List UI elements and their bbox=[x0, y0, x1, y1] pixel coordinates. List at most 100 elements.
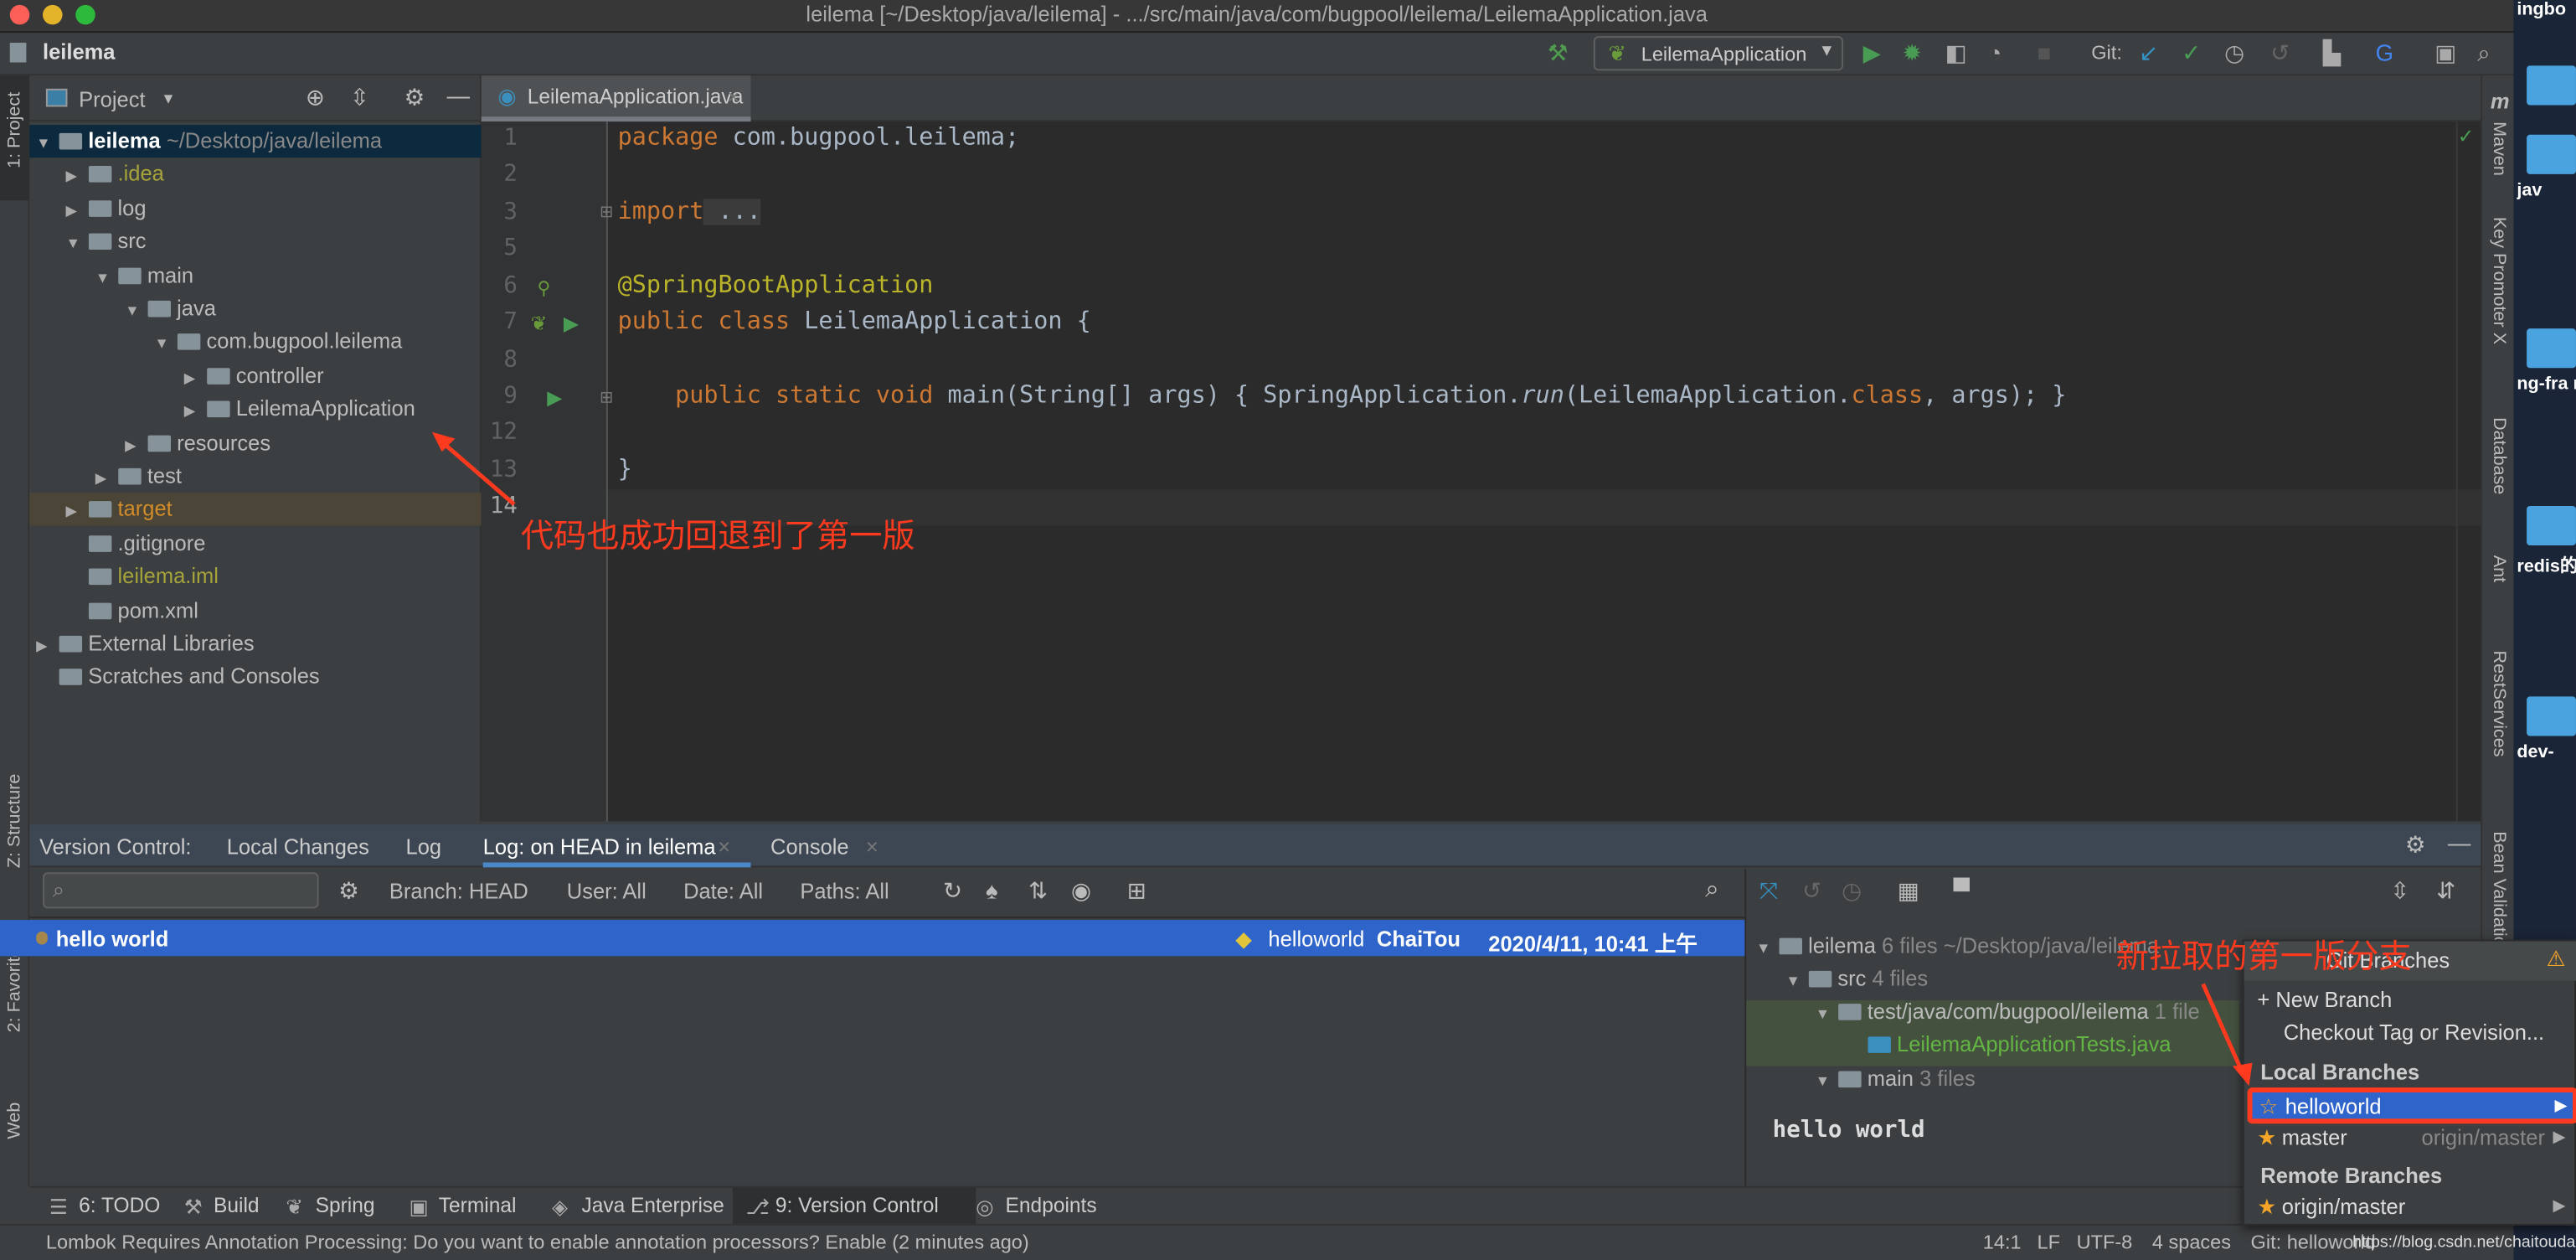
run-gutter-icon[interactable]: ▶ bbox=[547, 386, 562, 409]
tool-window-maven[interactable]: Maven bbox=[2489, 121, 2509, 176]
spring-bean-icon[interactable]: ⚲ bbox=[537, 277, 550, 299]
settings-gear-icon[interactable]: ⚙ bbox=[338, 877, 359, 905]
expand-all-icon[interactable]: ⇳ bbox=[2390, 877, 2409, 905]
fold-icon[interactable]: ⊞ bbox=[600, 390, 613, 408]
rollback-icon[interactable]: ↺ bbox=[1802, 877, 1821, 905]
tree-item[interactable]: ▶ .idea bbox=[29, 158, 481, 191]
tree-item[interactable]: ▼ main bbox=[29, 259, 481, 292]
eye-icon[interactable]: ◉ bbox=[1071, 877, 1091, 905]
line-separator[interactable]: LF bbox=[2038, 1226, 2060, 1260]
user-filter[interactable]: User: All bbox=[567, 879, 647, 903]
search-icon[interactable]: ⌕ bbox=[1705, 875, 1718, 903]
vc-tab[interactable]: Log: on HEAD in leilema bbox=[483, 834, 716, 859]
cherry-pick-icon[interactable]: ♠ bbox=[986, 877, 998, 903]
history-icon[interactable]: ◷ bbox=[1842, 877, 1862, 905]
translate-icon[interactable]: G bbox=[2376, 39, 2393, 65]
chevron-down-icon[interactable]: ▼ bbox=[1785, 964, 1802, 997]
tool-window-ant[interactable]: Ant bbox=[2489, 555, 2509, 582]
date-filter[interactable]: Date: All bbox=[683, 879, 763, 903]
tree-item[interactable]: ▼ java bbox=[29, 292, 481, 325]
tool-window-database[interactable]: Database bbox=[2489, 417, 2509, 494]
caret-position[interactable]: 14:1 bbox=[1983, 1226, 2022, 1260]
chevron-down-icon[interactable]: ▼ bbox=[36, 127, 53, 159]
spring-bean-icon[interactable]: ❦ bbox=[531, 312, 548, 335]
chevron-right-icon[interactable]: ▶ bbox=[36, 629, 53, 662]
new-tab-icon[interactable]: ⊞ bbox=[1127, 877, 1146, 905]
collapse-all-icon[interactable]: ⇳ bbox=[350, 84, 369, 111]
desktop-folder-icon[interactable] bbox=[2527, 505, 2576, 546]
project-view-select[interactable]: Project bbox=[79, 87, 145, 111]
chevron-down-icon[interactable]: ▼ bbox=[161, 90, 176, 107]
tree-item[interactable]: ▶ External Libraries bbox=[29, 627, 481, 660]
close-tab-icon[interactable]: × bbox=[718, 834, 730, 859]
tool-window-structure[interactable]: Z: Structure bbox=[5, 774, 25, 869]
tree-item[interactable]: ▶ log bbox=[29, 192, 481, 225]
tree-item[interactable]: ▼ com.bugpool.leilema bbox=[29, 326, 481, 359]
chevron-down-icon[interactable]: ▼ bbox=[125, 294, 142, 327]
tree-item[interactable]: ▶ resources bbox=[29, 426, 481, 459]
run-gutter-icon[interactable]: ▶ bbox=[564, 312, 579, 335]
tree-item[interactable]: .gitignore bbox=[29, 527, 481, 560]
tree-item[interactable]: leilema.iml bbox=[29, 560, 481, 593]
branch-item-origin-master[interactable]: ★ origin/master ▶ bbox=[2244, 1191, 2576, 1224]
tool-window-web[interactable]: Web bbox=[5, 1102, 25, 1139]
code-line[interactable]: public static void main(String[] args) {… bbox=[618, 383, 2067, 409]
chevron-down-icon[interactable]: ▼ bbox=[65, 227, 82, 260]
desktop-folder-icon[interactable] bbox=[2527, 65, 2576, 106]
tree-item[interactable]: ▶ LeilemaApplication bbox=[29, 393, 481, 426]
search-icon[interactable]: ⌕ bbox=[2477, 39, 2490, 67]
tree-item[interactable]: ▶ target bbox=[29, 493, 482, 528]
git-commit-icon[interactable]: ✓ bbox=[2182, 39, 2201, 67]
checkout-tag-item[interactable]: Checkout Tag or Revision... bbox=[2284, 1017, 2544, 1050]
chevron-right-icon[interactable]: ▶ bbox=[125, 428, 142, 461]
chevron-right-icon[interactable]: ▶ bbox=[65, 194, 82, 226]
minimize-window-button[interactable] bbox=[43, 4, 63, 25]
run-config-select[interactable]: ❦ LeilemaApplication ▼ bbox=[1593, 36, 1844, 71]
status-message[interactable]: Lombok Requires Annotation Processing: D… bbox=[46, 1226, 1029, 1260]
desktop-folder-icon[interactable] bbox=[2527, 134, 2576, 174]
tab-leilema-application[interactable]: ◉ LeilemaApplication.java × bbox=[481, 75, 751, 122]
tool-window-button[interactable]: Terminal bbox=[439, 1195, 517, 1217]
tool-window-project[interactable]: 1: Project bbox=[5, 92, 25, 168]
vc-tab[interactable]: Log bbox=[406, 834, 442, 859]
tool-window-restservices[interactable]: RestServices bbox=[2489, 651, 2509, 757]
chevron-down-icon[interactable]: ▼ bbox=[1816, 997, 1832, 1030]
tree-item[interactable]: pom.xml bbox=[29, 594, 481, 627]
tree-item[interactable]: ▶ controller bbox=[29, 359, 481, 392]
hide-panel-icon[interactable]: — bbox=[2448, 829, 2470, 855]
collapse-all-icon[interactable]: ⇵ bbox=[2436, 877, 2455, 905]
desktop-folder-icon[interactable] bbox=[2527, 696, 2576, 736]
close-tab-icon[interactable]: × bbox=[728, 85, 739, 108]
tool-window-button[interactable]: Build bbox=[214, 1195, 260, 1217]
run-icon[interactable]: ▶ bbox=[1863, 39, 1881, 67]
chevron-right-icon[interactable]: ▶ bbox=[65, 160, 82, 193]
expand-icon[interactable]: ⤧ bbox=[1759, 877, 1778, 905]
code-line[interactable]: @SpringBootApplication bbox=[618, 273, 934, 299]
tool-window-button[interactable]: Endpoints bbox=[1006, 1195, 1097, 1217]
project-structure-icon[interactable]: ▙ bbox=[2323, 39, 2341, 67]
indent[interactable]: 4 spaces bbox=[2152, 1226, 2231, 1260]
chevron-down-icon[interactable]: ▼ bbox=[1816, 1065, 1832, 1097]
paths-filter[interactable]: Paths: All bbox=[800, 879, 889, 903]
settings-gear-icon[interactable]: ⚙ bbox=[404, 84, 425, 111]
chevron-down-icon[interactable]: ▼ bbox=[95, 261, 112, 293]
tree-item[interactable]: ▼ leilema ~/Desktop/java/leilema bbox=[29, 125, 482, 159]
history-icon[interactable]: ◷ bbox=[2224, 39, 2244, 67]
vc-tab[interactable]: Local Changes bbox=[227, 834, 369, 859]
sort-icon[interactable]: ⇅ bbox=[1028, 877, 1048, 905]
tool-window-key-promoter-x[interactable]: Key Promoter X bbox=[2489, 217, 2509, 344]
chevron-right-icon[interactable]: ▶ bbox=[184, 395, 201, 427]
refresh-icon[interactable]: ↻ bbox=[943, 877, 962, 905]
chevron-right-icon[interactable]: ▶ bbox=[184, 361, 201, 394]
chevron-down-icon[interactable]: ▼ bbox=[1756, 932, 1773, 964]
chevron-right-icon[interactable]: ▶ bbox=[65, 495, 82, 528]
branch-item-helloworld[interactable]: ☆ helloworld ▶ bbox=[2247, 1087, 2576, 1124]
new-branch-item[interactable]: + New Branch bbox=[2257, 984, 2392, 1017]
code-line[interactable]: package com.bugpool.leilema; bbox=[618, 125, 1020, 151]
maximize-window-button[interactable] bbox=[75, 4, 95, 25]
tool-window-button[interactable]: Spring bbox=[316, 1195, 375, 1217]
desktop-folder-icon[interactable] bbox=[2527, 328, 2576, 369]
code-line[interactable]: } bbox=[618, 457, 632, 483]
close-tab-icon[interactable]: × bbox=[866, 834, 878, 859]
breadcrumb-project[interactable]: leilema bbox=[43, 39, 115, 64]
